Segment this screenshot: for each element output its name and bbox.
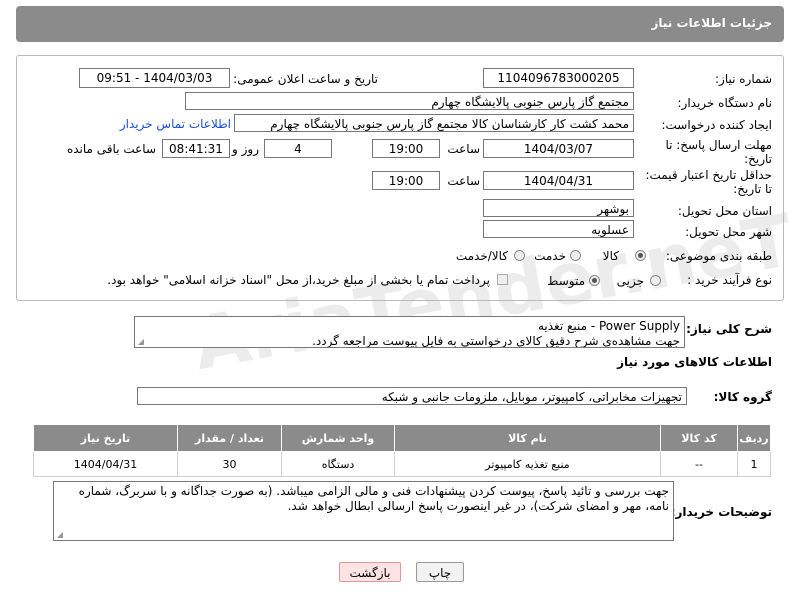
goods-table-header: ردیف کد کالا نام کالا واحد شمارش تعداد /… (33, 424, 771, 452)
goods-group-label: گروه کالا: (713, 390, 772, 404)
category-option-service: خدمت (534, 249, 566, 263)
buyer-org-label: نام دستگاه خریدار: (677, 96, 773, 110)
contact-info-link[interactable]: اطلاعات تماس خریدار (120, 117, 231, 131)
cell-unit: دستگاه (281, 451, 395, 477)
validity-time-label: ساعت (447, 174, 480, 188)
reply-time-field: 19:00 (372, 139, 440, 158)
page-title: جزئیات اطلاعات نیاز (651, 16, 772, 30)
category-radio-goods[interactable] (635, 250, 646, 261)
purchase-radio-minor[interactable] (650, 275, 661, 286)
announce-label: تاریخ و ساعت اعلان عمومی: (233, 72, 378, 86)
col-row: ردیف (737, 424, 771, 452)
cell-name: منبع تغذیه کامپیوتر (394, 451, 661, 477)
payment-note: پرداخت تمام یا بخشی از مبلغ خرید،از محل … (107, 273, 490, 287)
buyer-notes-field: جهت بررسی و تائید پاسخ، پیوست کردن پیشنه… (53, 481, 674, 541)
description-line-1: Power Supply - منبع تغذیه (537, 319, 680, 333)
validity-label: حداقل تاریخ اعتبار قیمت: (645, 168, 772, 182)
purchase-option-minor: جزیی (616, 274, 644, 288)
announce-field: 1404/03/03 - 09:51 (79, 68, 230, 88)
treasury-payment-checkbox[interactable] (497, 274, 508, 285)
remaining-label: ساعت باقی مانده (66, 142, 156, 156)
province-label: استان محل تحویل: (677, 204, 772, 218)
category-label: طبقه بندی موضوعی: (665, 249, 772, 263)
cell-quantity: 30 (177, 451, 282, 477)
back-button[interactable]: بازگشت (339, 562, 401, 582)
purchase-radio-medium[interactable] (589, 275, 600, 286)
cell-code: -- (660, 451, 738, 477)
purchase-type-label: نوع فرآیند خرید : (687, 273, 772, 287)
validity-time-field: 19:00 (372, 171, 440, 190)
resize-grip-icon[interactable]: ◢ (136, 338, 144, 346)
category-option-goods-service: کالا/خدمت (455, 249, 508, 263)
validity-label-2: تا تاریخ: (733, 182, 772, 196)
category-radio-goods-service[interactable] (514, 250, 525, 261)
purchase-option-medium: متوسط (547, 274, 585, 288)
buyer-org-field: مجتمع گاز پارس جنوبی پالایشگاه چهارم (185, 92, 634, 110)
resize-grip-icon[interactable]: ◢ (55, 531, 63, 539)
page-header: جزئیات اطلاعات نیاز (16, 6, 784, 42)
remaining-time-field: 08:41:31 (162, 139, 230, 158)
province-field: بوشهر (483, 199, 634, 217)
cell-row: 1 (737, 451, 771, 477)
reply-deadline-label: مهلت ارسال پاسخ: تا (665, 138, 772, 152)
goods-group-field: تجهیزات مخابراتی، کامپیوتر، موبایل، ملزو… (137, 387, 687, 405)
col-need-date: تاریخ نیاز (33, 424, 178, 452)
reply-time-label: ساعت (447, 142, 480, 156)
city-label: شهر محل تحویل: (685, 225, 772, 239)
col-unit: واحد شمارش (281, 424, 395, 452)
city-field: عسلویه (483, 220, 634, 238)
goods-section-title: اطلاعات کالاهای مورد نیاز (617, 355, 772, 369)
col-quantity: تعداد / مقدار (177, 424, 282, 452)
category-option-goods: کالا (602, 249, 619, 263)
col-name: نام کالا (394, 424, 661, 452)
col-code: کد کالا (660, 424, 738, 452)
reply-deadline-label-2: تاریخ: (744, 152, 772, 166)
days-field: 4 (264, 139, 332, 158)
description-field: Power Supply - منبع تغذیه جهت مشاهده‌ی ش… (134, 316, 685, 348)
need-number-label: شماره نیاز: (715, 72, 772, 86)
requester-field: محمد کشت کار کارشناسان کالا مجتمع گاز پا… (234, 114, 634, 132)
validity-date-field: 1404/04/31 (483, 171, 634, 190)
category-radio-service[interactable] (570, 250, 581, 261)
need-number-field: 1104096783000205 (483, 68, 634, 88)
goods-table: ردیف کد کالا نام کالا واحد شمارش تعداد /… (33, 424, 771, 477)
table-row: 1 -- منبع تغذیه کامپیوتر دستگاه 30 1404/… (33, 451, 771, 477)
cell-need-date: 1404/04/31 (33, 451, 178, 477)
reply-date-field: 1404/03/07 (483, 139, 634, 158)
days-label: روز و (232, 142, 259, 156)
buyer-notes-label: توضیحات خریدار: (670, 505, 772, 519)
description-label: شرح کلی نیاز: (686, 322, 772, 336)
requester-label: ایجاد کننده درخواست: (661, 118, 772, 132)
print-button[interactable]: چاپ (416, 562, 464, 582)
buyer-notes-text: جهت بررسی و تائید پاسخ، پیوست کردن پیشنه… (78, 484, 669, 513)
description-line-2: جهت مشاهده‌ی شرح دقیق کالای درخواستی به … (312, 334, 680, 348)
